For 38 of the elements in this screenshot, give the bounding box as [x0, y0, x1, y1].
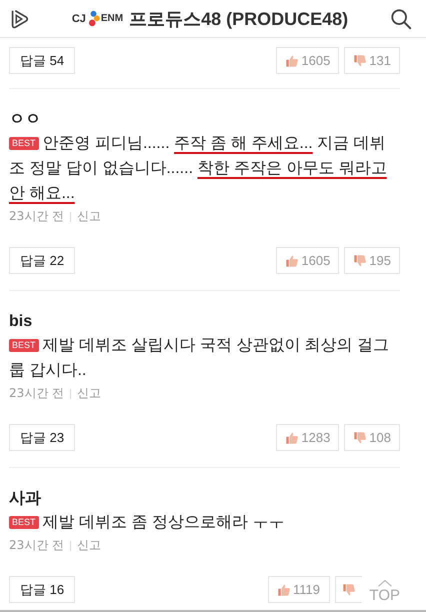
- author-name: 사과: [9, 489, 42, 509]
- report-link[interactable]: 신고: [77, 537, 102, 554]
- like-button[interactable]: 1605: [276, 47, 340, 74]
- logo[interactable]: CJ ENM: [72, 8, 124, 30]
- thumbs-down-icon: [353, 430, 368, 444]
- like-button[interactable]: 1605: [276, 247, 340, 274]
- report-link[interactable]: 신고: [77, 208, 102, 225]
- thumbs-up-icon: [285, 254, 300, 268]
- search-icon[interactable]: [390, 8, 412, 30]
- like-button[interactable]: 1119: [268, 576, 330, 603]
- thumbs-up-icon: [277, 582, 291, 596]
- thumbs-up-icon: [285, 430, 300, 444]
- caret-up-icon: [376, 579, 393, 587]
- thumbs-down-icon: [353, 254, 368, 268]
- comment-text: BEST 제발 데뷔조 좀 정상으로해라 ㅜㅜ: [9, 510, 400, 535]
- page-title: 프로듀스48 (PRODUCE48): [129, 8, 348, 30]
- dislike-button[interactable]: 108: [344, 424, 400, 451]
- author-name: ㅇㅇ: [9, 110, 42, 130]
- thumbs-down-icon: [353, 54, 368, 68]
- like-button[interactable]: 1283: [276, 424, 340, 451]
- author-name: bis: [9, 312, 34, 332]
- reply-button[interactable]: 답글 23: [9, 424, 76, 451]
- reply-button[interactable]: 답글 54: [9, 47, 76, 74]
- reply-button[interactable]: 답글 22: [9, 247, 76, 274]
- reply-button[interactable]: 답글 16: [9, 576, 76, 603]
- timestamp: 23시간 전: [9, 537, 64, 554]
- dislike-button[interactable]: 195: [344, 247, 400, 274]
- thumbs-down-icon: [342, 582, 356, 596]
- report-link[interactable]: 신고: [77, 385, 102, 402]
- comment-text: BEST 제발 데뷔조 살립시다 국적 상관없이 최상의 걸그룹 갑시다..: [9, 336, 390, 381]
- dislike-button[interactable]: 131: [344, 47, 400, 74]
- best-badge: BEST: [9, 516, 39, 529]
- comment-text: BEST 안준영 피디님...... 주작 좀 해 주세요... 지금 데뷔조 정말 답이 없습니다...... 착한 주작은 아무도 뭐라고 안 해요...: [9, 134, 388, 204]
- best-badge: BEST: [9, 339, 39, 352]
- timestamp: 23시간 전: [9, 208, 64, 225]
- best-badge: BEST: [9, 137, 39, 150]
- thumbs-up-icon: [285, 54, 300, 68]
- timestamp: 23시간 전: [9, 385, 64, 402]
